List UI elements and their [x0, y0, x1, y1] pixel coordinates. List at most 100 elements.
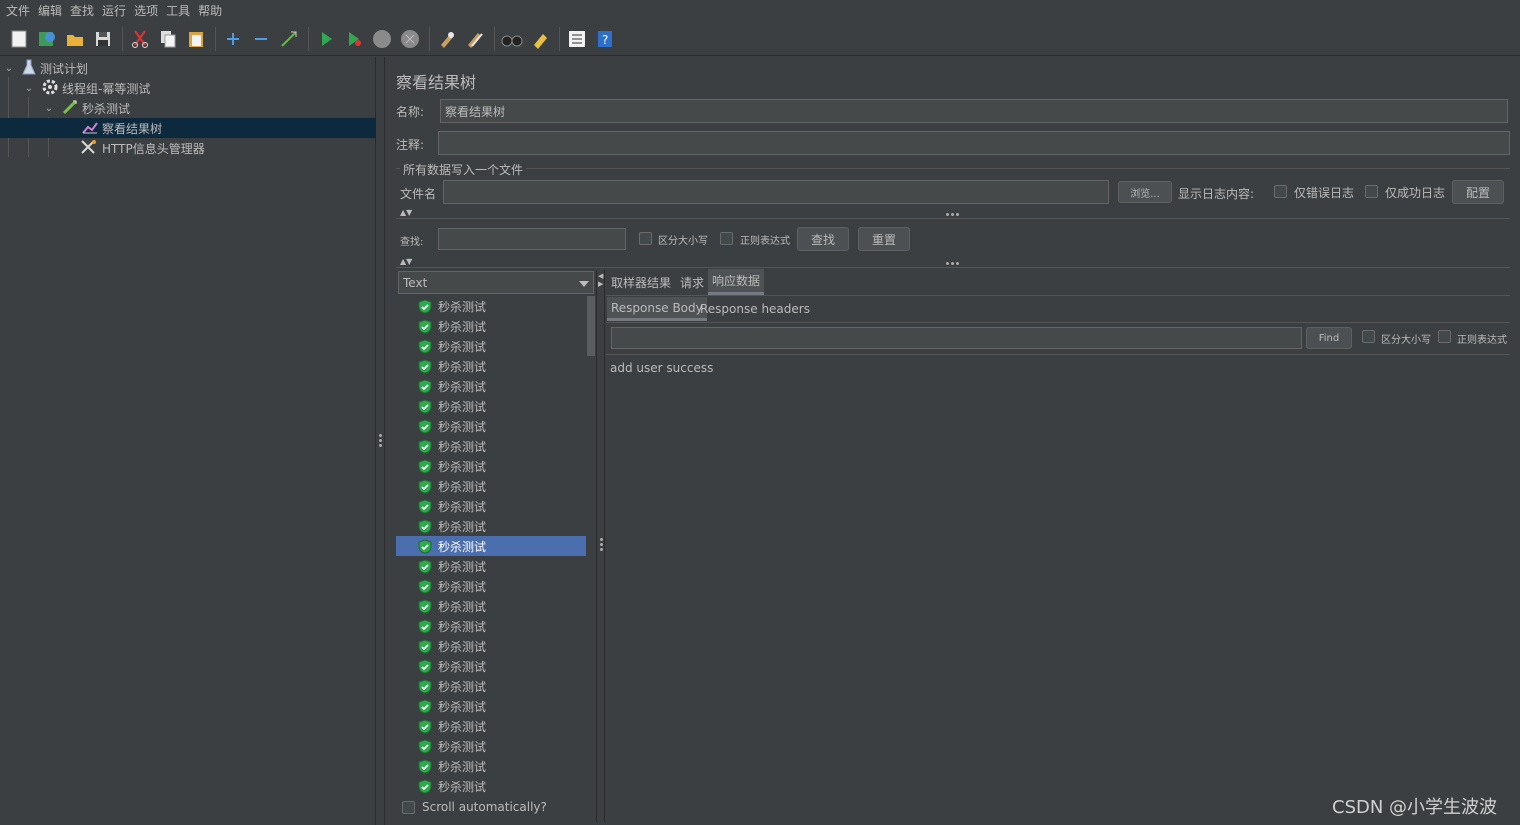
cut-icon[interactable]	[127, 26, 153, 52]
renderer-select[interactable]: Text	[398, 271, 594, 294]
result-item[interactable]: 秒杀测试	[396, 436, 586, 456]
tab-response-headers[interactable]: Response headers	[696, 297, 814, 321]
stop-icon[interactable]	[369, 26, 395, 52]
results-scrollbar[interactable]	[587, 296, 595, 796]
result-item[interactable]: 秒杀测试	[396, 536, 586, 556]
tree-item-test-plan[interactable]: ⌄ 测试计划	[2, 58, 88, 78]
tab-request[interactable]: 请求	[676, 269, 708, 295]
chevron-down-icon[interactable]: ⌄	[42, 103, 56, 114]
response-search-input[interactable]	[611, 327, 1302, 349]
split-handle[interactable]	[946, 262, 959, 265]
result-item[interactable]: 秒杀测试	[396, 696, 586, 716]
success-shield-icon	[418, 418, 432, 434]
result-item[interactable]: 秒杀测试	[396, 636, 586, 656]
result-item[interactable]: 秒杀测试	[396, 776, 586, 796]
configure-button[interactable]: 配置	[1452, 180, 1504, 204]
result-item[interactable]: 秒杀测试	[396, 376, 586, 396]
comment-field[interactable]	[438, 131, 1510, 155]
result-item[interactable]: 秒杀测试	[396, 556, 586, 576]
split-arrows-icon[interactable]: ▲▼	[400, 257, 412, 266]
expand-icon[interactable]	[220, 26, 246, 52]
result-item-label: 秒杀测试	[438, 619, 487, 634]
splitter-arrows-icon[interactable]: ◀ ▶	[598, 272, 603, 288]
result-item[interactable]: 秒杀测试	[396, 356, 586, 376]
result-item[interactable]: 秒杀测试	[396, 316, 586, 336]
response-find-button[interactable]: Find	[1306, 327, 1352, 349]
result-item[interactable]: 秒杀测试	[396, 396, 586, 416]
result-item[interactable]: 秒杀测试	[396, 496, 586, 516]
toggle-icon[interactable]	[276, 26, 302, 52]
response-regex-checkbox[interactable]	[1438, 330, 1451, 343]
results-splitter[interactable]: ◀ ▶	[596, 270, 605, 822]
result-item[interactable]: 秒杀测试	[396, 416, 586, 436]
menu-search[interactable]: 查找	[66, 0, 98, 22]
templates-icon[interactable]	[34, 26, 60, 52]
chevron-down-icon[interactable]: ⌄	[22, 83, 36, 94]
menu-run[interactable]: 运行	[98, 0, 130, 22]
menu-options[interactable]: 选项	[130, 0, 162, 22]
collapse-icon[interactable]	[248, 26, 274, 52]
clear-all-icon[interactable]	[462, 26, 488, 52]
reset-search-icon[interactable]	[527, 26, 553, 52]
tab-response-data[interactable]: 响应数据	[708, 269, 765, 295]
case-sensitive-checkbox[interactable]	[639, 232, 652, 245]
tree-item-view-results[interactable]: 察看结果树	[0, 118, 376, 138]
reset-button[interactable]: 重置	[858, 227, 910, 251]
results-list[interactable]: 秒杀测试 秒杀测试 秒杀测试 秒杀测试 秒杀测试 秒杀测试 秒杀测试 秒杀测试 秒杀测试 秒杀测试…	[396, 296, 586, 796]
menu-file[interactable]: 文件	[2, 0, 34, 22]
new-icon[interactable]	[6, 26, 32, 52]
tree-item-thread-group[interactable]: ⌄ 线程组-幂等测试	[22, 78, 150, 98]
success-only-checkbox[interactable]	[1365, 185, 1378, 198]
result-item[interactable]: 秒杀测试	[396, 596, 586, 616]
result-item[interactable]: 秒杀测试	[396, 336, 586, 356]
errors-only-checkbox[interactable]	[1274, 185, 1287, 198]
menu-help[interactable]: 帮助	[194, 0, 226, 22]
shutdown-icon[interactable]	[397, 26, 423, 52]
split-arrows-icon[interactable]: ▲▼	[400, 208, 412, 217]
browse-button[interactable]: 浏览...	[1118, 181, 1172, 203]
results-scrollbar-thumb[interactable]	[587, 296, 595, 356]
filename-field[interactable]	[443, 180, 1109, 204]
result-item[interactable]: 秒杀测试	[396, 656, 586, 676]
start-no-pause-icon[interactable]	[341, 26, 367, 52]
menu-edit[interactable]: 编辑	[34, 0, 66, 22]
open-icon[interactable]	[62, 26, 88, 52]
split-divider	[396, 218, 1510, 219]
scroll-auto-checkbox[interactable]	[402, 801, 415, 814]
clear-icon[interactable]	[434, 26, 460, 52]
tree-splitter[interactable]	[377, 57, 385, 825]
result-item[interactable]: 秒杀测试	[396, 716, 586, 736]
response-case-checkbox[interactable]	[1362, 330, 1375, 343]
copy-icon[interactable]	[155, 26, 181, 52]
result-item[interactable]: 秒杀测试	[396, 296, 586, 316]
tree-item-header-manager[interactable]: HTTP信息头管理器	[80, 138, 205, 158]
regex-checkbox[interactable]	[720, 232, 733, 245]
start-icon[interactable]	[313, 26, 339, 52]
name-label: 名称:	[396, 105, 425, 119]
search-icon[interactable]	[499, 26, 525, 52]
result-item[interactable]: 秒杀测试	[396, 616, 586, 636]
tree-item-http-sampler[interactable]: ⌄ 秒杀测试	[42, 98, 130, 118]
split-handle[interactable]	[946, 213, 959, 216]
response-case-label: 区分大小写	[1381, 335, 1431, 346]
result-item[interactable]: 秒杀测试	[396, 676, 586, 696]
result-item[interactable]: 秒杀测试	[396, 756, 586, 776]
save-icon[interactable]	[90, 26, 116, 52]
menu-tools[interactable]: 工具	[162, 0, 194, 22]
help-icon[interactable]: ?	[592, 26, 618, 52]
result-item[interactable]: 秒杀测试	[396, 576, 586, 596]
tab-sampler-result[interactable]: 取样器结果	[607, 269, 675, 295]
result-item[interactable]: 秒杀测试	[396, 456, 586, 476]
scroll-auto-label: Scroll automatically?	[422, 800, 547, 814]
result-item[interactable]: 秒杀测试	[396, 736, 586, 756]
errors-only-label: 仅错误日志	[1294, 186, 1355, 200]
paste-icon[interactable]	[183, 26, 209, 52]
search-input[interactable]	[438, 228, 626, 250]
chevron-down-icon[interactable]: ⌄	[2, 63, 16, 74]
tab-response-body[interactable]: Response Body	[607, 297, 707, 321]
find-button[interactable]: 查找	[797, 227, 849, 251]
result-item[interactable]: 秒杀测试	[396, 516, 586, 536]
function-helper-icon[interactable]	[564, 26, 590, 52]
result-item[interactable]: 秒杀测试	[396, 476, 586, 496]
name-field[interactable]: 察看结果树	[440, 99, 1508, 123]
